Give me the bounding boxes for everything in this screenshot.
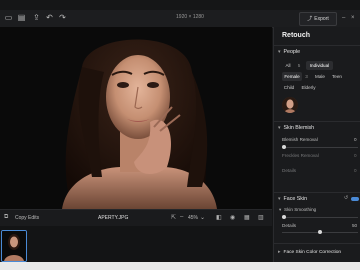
blemish-details-value: 0 bbox=[354, 168, 357, 173]
skin-smoothing-label[interactable]: Skin Smoothing bbox=[284, 207, 316, 212]
skin-blemish-section-header[interactable]: ▾ Skin Blemish bbox=[278, 125, 314, 131]
export-label: Export bbox=[314, 16, 329, 22]
folder-icon[interactable]: ▭ bbox=[4, 13, 13, 22]
face-skin-color-header-label: Face Skin Color Correction bbox=[283, 250, 342, 255]
face-skin-color-section-header[interactable]: ▸ Face Skin Color Correction bbox=[278, 249, 341, 255]
blemish-removal-label: Blemish Removal bbox=[282, 137, 318, 142]
chevron-down-icon: ▾ bbox=[278, 49, 281, 55]
canvas-footer: ⧉ Copy Edits APERTY.JPG ⇱ – 45% ⌄ ◧ ◉ ▦ … bbox=[0, 209, 272, 226]
redo-icon[interactable]: ↷ bbox=[58, 13, 67, 22]
eye-icon[interactable]: ◉ bbox=[230, 214, 235, 221]
freckles-removal-value: 0 bbox=[354, 153, 357, 158]
filter-elderly[interactable]: Elderly bbox=[299, 83, 318, 92]
filmstrip bbox=[0, 226, 272, 262]
copy-edits-button[interactable]: Copy Edits bbox=[15, 215, 39, 221]
scope-individual-tab[interactable]: Individual bbox=[306, 61, 333, 70]
face-skin-toggle[interactable] bbox=[351, 197, 359, 201]
share-icon[interactable]: ⇪ bbox=[32, 13, 41, 22]
people-header-label: People bbox=[283, 49, 301, 55]
blemish-details-label: Details bbox=[282, 168, 297, 173]
app-window: ▭ ▤ ⇪ ↶ ↷ 1920 × 1280 ⤴ Export – × ⧉ Cop… bbox=[0, 0, 360, 262]
image-dimensions: 1920 × 1280 bbox=[176, 14, 204, 20]
window-close-icon[interactable]: × bbox=[351, 15, 355, 21]
divider bbox=[274, 243, 360, 244]
undo-icon[interactable]: ↶ bbox=[45, 13, 54, 22]
skin-smoothing-knob[interactable] bbox=[282, 215, 286, 219]
window-minimize-icon[interactable]: – bbox=[342, 15, 345, 21]
portrait-photo bbox=[42, 27, 232, 209]
freckles-removal-label: Freckles Removal bbox=[282, 153, 319, 158]
split-view-icon[interactable]: ▥ bbox=[258, 214, 264, 221]
people-section-header[interactable]: ▾ People bbox=[278, 49, 300, 55]
female-count: 3 bbox=[305, 74, 308, 79]
blemish-removal-slider[interactable] bbox=[282, 147, 358, 148]
compare-icon[interactable]: ◧ bbox=[216, 214, 222, 221]
fit-icon[interactable]: ⇱ bbox=[171, 214, 176, 221]
reset-icon[interactable]: ↺ bbox=[344, 195, 348, 201]
copy-edits-icon[interactable]: ⧉ bbox=[4, 214, 8, 221]
filter-teen[interactable]: Teen bbox=[330, 72, 344, 81]
face-avatar[interactable] bbox=[282, 97, 298, 113]
filename-label: APERTY.JPG bbox=[98, 215, 129, 221]
retouch-panel: Retouch ▾ People All 5 Individual Female … bbox=[273, 27, 360, 262]
divider bbox=[274, 192, 360, 193]
face-details-label: Details bbox=[282, 223, 297, 228]
blemish-removal-knob[interactable] bbox=[282, 145, 286, 149]
divider bbox=[274, 45, 360, 46]
chevron-down-icon: ▾ bbox=[278, 125, 281, 131]
chevron-down-icon: ▾ bbox=[279, 207, 282, 212]
grid-icon[interactable]: ▦ bbox=[244, 214, 250, 221]
filter-child[interactable]: Child bbox=[282, 83, 296, 92]
face-skin-section-header[interactable]: ▾ Face Skin bbox=[278, 196, 307, 202]
face-skin-header-label: Face Skin bbox=[283, 196, 308, 202]
face-details-knob[interactable] bbox=[318, 230, 322, 234]
filter-female[interactable]: Female bbox=[282, 72, 302, 81]
thumbnail-selected[interactable] bbox=[1, 230, 27, 262]
face-details-value: 50 bbox=[352, 223, 358, 228]
filter-male[interactable]: Male bbox=[313, 72, 327, 81]
top-toolbar: ▭ ▤ ⇪ ↶ ↷ 1920 × 1280 ⤴ Export – × bbox=[0, 10, 360, 28]
divider bbox=[274, 121, 360, 122]
zoom-level[interactable]: 45% bbox=[188, 215, 198, 221]
bottom-strip bbox=[0, 262, 360, 270]
chevron-down-icon: ▾ bbox=[278, 196, 281, 202]
zoom-out-icon[interactable]: – bbox=[180, 214, 183, 220]
avatar-image bbox=[282, 97, 298, 113]
save-icon[interactable]: ▤ bbox=[17, 13, 26, 22]
scope-all-tab[interactable]: All bbox=[282, 61, 294, 70]
chevron-right-icon: ▸ bbox=[278, 249, 281, 255]
chevron-down-icon[interactable]: ⌄ bbox=[200, 214, 205, 221]
people-count: 5 bbox=[297, 63, 301, 68]
skin-smoothing-slider[interactable] bbox=[282, 217, 358, 218]
export-button[interactable]: ⤴ Export bbox=[299, 12, 337, 26]
panel-title: Retouch bbox=[282, 32, 310, 39]
export-icon: ⤴ bbox=[307, 16, 313, 22]
skin-blemish-header-label: Skin Blemish bbox=[283, 125, 315, 131]
thumbnail-image bbox=[2, 231, 26, 261]
image-canvas[interactable] bbox=[0, 27, 272, 209]
blemish-removal-value: 0 bbox=[354, 137, 357, 142]
